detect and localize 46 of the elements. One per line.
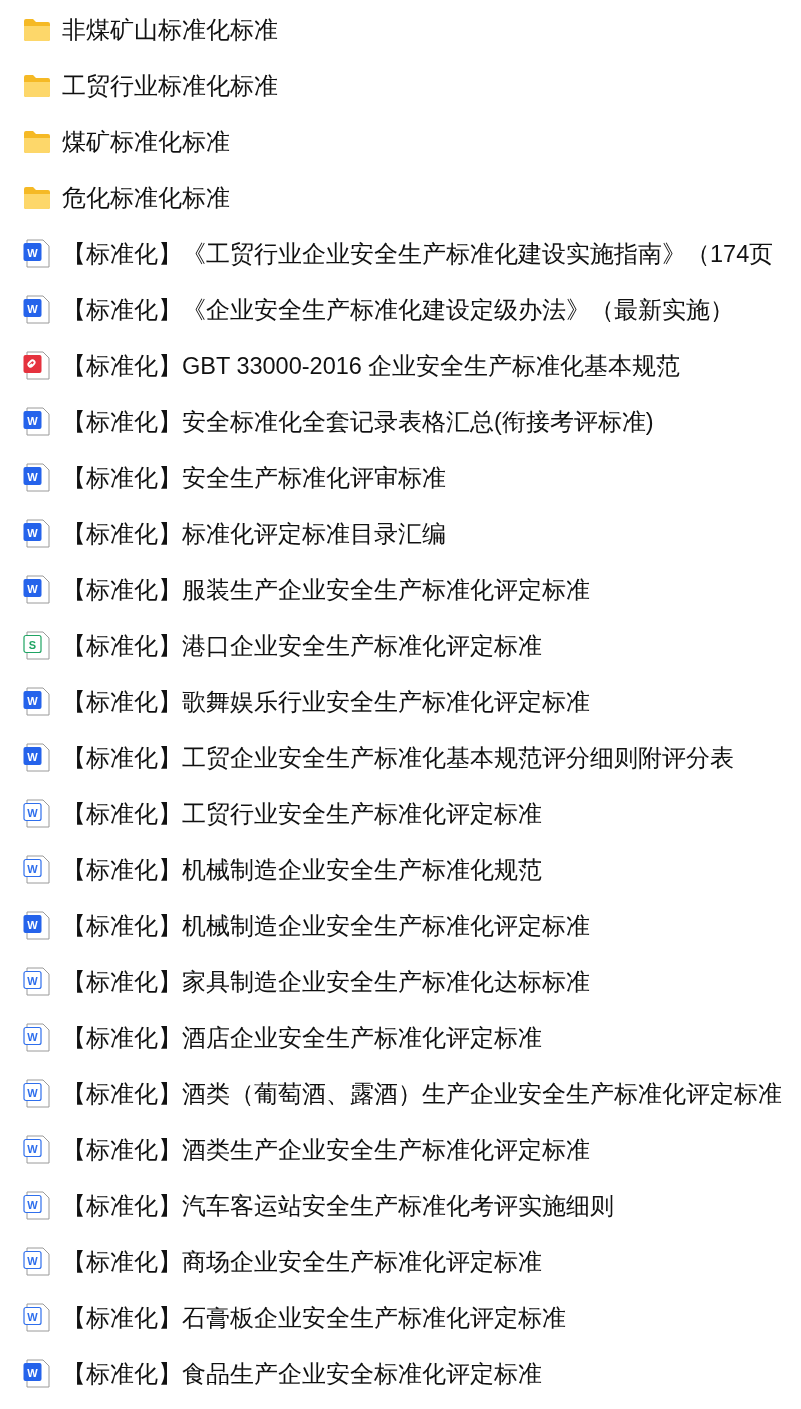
- folder-name[interactable]: 非煤矿山标准化标准: [62, 14, 278, 46]
- document-icon: W: [23, 407, 51, 437]
- file-name[interactable]: 【标准化】酒类（葡萄酒、露酒）生产企业安全生产标准化评定标准: [62, 1078, 782, 1110]
- file-name[interactable]: 【标准化】港口企业安全生产标准化评定标准: [62, 630, 542, 662]
- document-icon: W: [23, 1247, 51, 1277]
- document-icon: W: [23, 1191, 51, 1221]
- document-icon: W: [23, 967, 51, 997]
- document-icon: W: [23, 855, 51, 885]
- pdf-icon: [23, 351, 51, 381]
- file-name[interactable]: 【标准化】GBT 33000-2016 企业安全生产标准化基本规范: [62, 350, 681, 382]
- file-name[interactable]: 【标准化】工贸行业安全生产标准化评定标准: [62, 798, 542, 830]
- file-name[interactable]: 【标准化】歌舞娱乐行业安全生产标准化评定标准: [62, 686, 590, 718]
- document-icon: W: [23, 1023, 51, 1053]
- file-name[interactable]: 【标准化】安全标准化全套记录表格汇总(衔接考评标准): [62, 406, 654, 438]
- document-icon: W: [23, 295, 51, 325]
- document-icon: W: [23, 239, 51, 269]
- file-name[interactable]: 【标准化】工贸企业安全生产标准化基本规范评分细则附评分表: [62, 742, 734, 774]
- document-icon: W: [23, 1079, 51, 1109]
- file-name[interactable]: 【标准化】家具制造企业安全生产标准化达标标准: [62, 966, 590, 998]
- document-icon: W: [23, 1359, 51, 1389]
- file-name[interactable]: 【标准化】《工贸行业企业安全生产标准化建设实施指南》（174页: [62, 238, 774, 270]
- file-name[interactable]: 【标准化】商场企业安全生产标准化评定标准: [62, 1246, 542, 1278]
- file-name[interactable]: 【标准化】机械制造企业安全生产标准化规范: [62, 854, 542, 886]
- file-name[interactable]: 【标准化】石膏板企业安全生产标准化评定标准: [62, 1302, 566, 1334]
- document-icon: W: [23, 575, 51, 605]
- document-icon: W: [23, 519, 51, 549]
- file-name[interactable]: 【标准化】机械制造企业安全生产标准化评定标准: [62, 910, 590, 942]
- spreadsheet-icon: S: [23, 631, 51, 661]
- file-name[interactable]: 【标准化】食品生产企业安全标准化评定标准: [62, 1358, 542, 1390]
- file-name[interactable]: 【标准化】《企业安全生产标准化建设定级办法》（最新实施）: [62, 294, 734, 326]
- file-name[interactable]: 【标准化】汽车客运站安全生产标准化考评实施细则: [62, 1190, 614, 1222]
- document-icon: W: [23, 1303, 51, 1333]
- folder-name[interactable]: 危化标准化标准: [62, 182, 230, 214]
- file-name[interactable]: 【标准化】标准化评定标准目录汇编: [62, 518, 446, 550]
- file-name[interactable]: 【标准化】酒店企业安全生产标准化评定标准: [62, 1022, 542, 1054]
- folder-name[interactable]: 工贸行业标准化标准: [62, 70, 278, 102]
- document-icon: W: [23, 743, 51, 773]
- file-name[interactable]: 【标准化】酒类生产企业安全生产标准化评定标准: [62, 1134, 590, 1166]
- document-icon: W: [23, 1135, 51, 1165]
- document-icon: W: [23, 799, 51, 829]
- folder-name[interactable]: 煤矿标准化标准: [62, 126, 230, 158]
- document-icon: W: [23, 911, 51, 941]
- document-icon: W: [23, 463, 51, 493]
- document-icon: W: [23, 687, 51, 717]
- file-name[interactable]: 【标准化】服装生产企业安全生产标准化评定标准: [62, 574, 590, 606]
- file-name[interactable]: 【标准化】安全生产标准化评审标准: [62, 462, 446, 494]
